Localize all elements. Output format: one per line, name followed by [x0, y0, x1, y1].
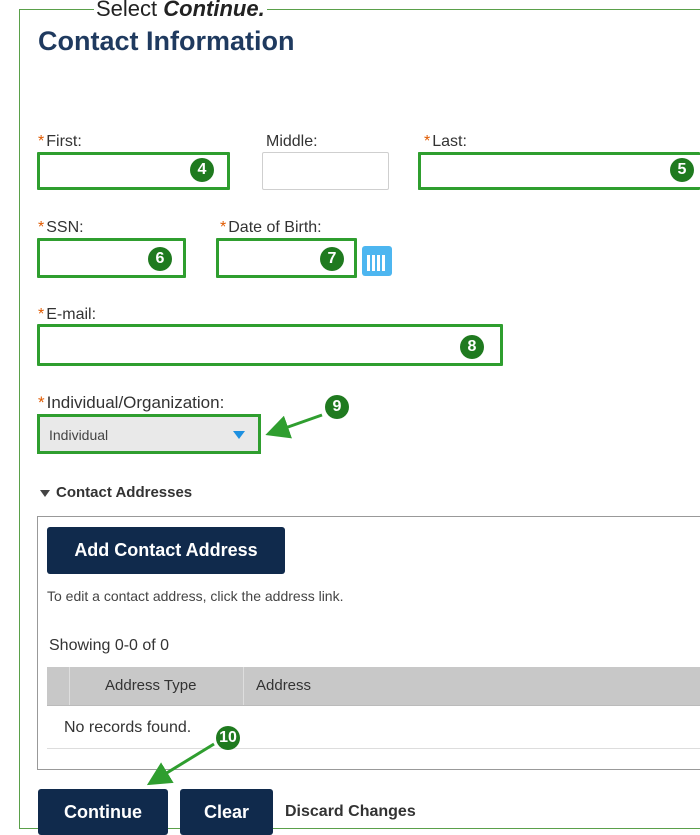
calendar-grid — [367, 252, 387, 271]
step-badge-8: 8 — [460, 335, 484, 359]
step-badge-6: 6 — [148, 247, 172, 271]
required-marker: * — [38, 133, 45, 150]
dob-label-text: Date of Birth: — [228, 219, 322, 236]
step-badge-7: 7 — [320, 247, 344, 271]
column-divider — [243, 667, 244, 705]
instruction-caption: Select Continue. — [94, 0, 267, 22]
required-marker: * — [38, 306, 45, 323]
first-label-text: First: — [46, 133, 82, 150]
email-label-text: E-mail: — [46, 306, 97, 323]
records-count: Showing 0-0 of 0 — [49, 637, 170, 654]
address-hint-text: To edit a contact address, click the add… — [47, 588, 344, 604]
instruction-emphasis: Continue. — [163, 0, 265, 21]
step-badge-5: 5 — [670, 158, 694, 182]
middle-name-input[interactable] — [262, 152, 389, 190]
required-marker: * — [38, 393, 45, 412]
section-title-text: Contact Addresses — [56, 484, 193, 501]
required-marker: * — [38, 219, 45, 236]
column-header-address[interactable]: Address — [256, 677, 311, 694]
chevron-down-icon — [233, 431, 245, 439]
empty-state-text: No records found. — [64, 719, 192, 736]
last-label-text: Last: — [432, 133, 467, 150]
step-badge-10: 10 — [216, 726, 240, 750]
dob-label: * Date of Birth: — [220, 219, 322, 237]
continue-button[interactable]: Continue — [38, 789, 168, 835]
page-title: Contact Information — [38, 26, 295, 56]
discard-changes-link[interactable]: Discard Changes — [285, 803, 416, 821]
individual-organization-select[interactable]: Individual — [37, 414, 261, 454]
middle-label: Middle: — [266, 133, 318, 150]
type-label-text: Individual/Organization: — [46, 393, 225, 412]
column-divider — [69, 667, 70, 705]
ssn-label-text: SSN: — [46, 219, 84, 236]
last-name-input[interactable] — [418, 152, 700, 190]
step-badge-9: 9 — [325, 395, 349, 419]
first-label: * First: — [38, 133, 82, 151]
clear-button[interactable]: Clear — [180, 789, 273, 835]
table-header: Address Type Address — [47, 667, 700, 706]
caret-down-icon — [40, 489, 50, 497]
column-header-address-type[interactable]: Address Type — [105, 677, 196, 694]
step-badge-4: 4 — [190, 158, 214, 182]
required-marker: * — [424, 133, 431, 150]
required-marker: * — [220, 219, 227, 236]
instruction-prefix: Select — [96, 0, 164, 21]
contact-addresses-toggle[interactable]: Contact Addresses — [40, 484, 192, 501]
email-field[interactable] — [37, 324, 503, 366]
table-row: No records found. — [47, 706, 700, 749]
add-contact-address-button[interactable]: Add Contact Address — [47, 527, 285, 574]
calendar-icon[interactable] — [362, 246, 392, 276]
last-label: * Last: — [424, 133, 467, 151]
ssn-label: * SSN: — [38, 219, 84, 237]
email-label: * E-mail: — [38, 306, 96, 324]
selected-value: Individual — [49, 427, 109, 443]
type-label: * Individual/Organization: — [38, 393, 224, 413]
